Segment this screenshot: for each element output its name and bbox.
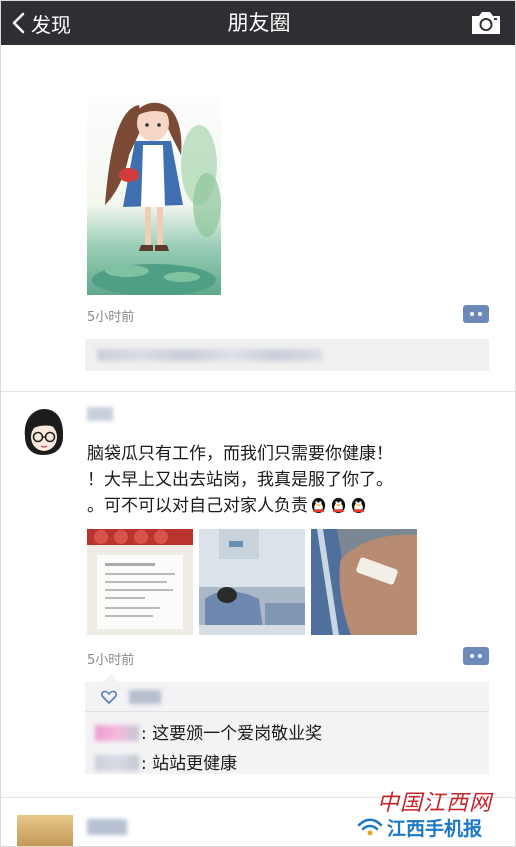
post-time: 5小时前 (87, 310, 135, 325)
nav-bar: 发现 朋友圈 (1, 1, 515, 45)
penguin-emoji-icon (311, 497, 326, 514)
watermark-logo: 中国江西网 (377, 791, 493, 816)
post-text-line: 。可不可以对自己对家人负责 (87, 493, 507, 519)
comment-text: : 站站更健康 (141, 754, 238, 774)
post-photo-document[interactable] (87, 529, 193, 635)
comment-text: : 这要颁一个爱岗敬业奖 (141, 724, 323, 744)
post-text-line: 脑袋瓜只有工作，而我们只需要你健康！ (87, 444, 393, 464)
camera-icon (472, 12, 500, 34)
comment[interactable]: : 这要颁一个爱岗敬业奖 (95, 719, 322, 744)
likes-row (85, 682, 489, 712)
post-photo-arm[interactable] (311, 529, 417, 635)
commenter-name-blurred[interactable] (95, 725, 139, 741)
comment-action-button[interactable] (463, 647, 489, 665)
avatar[interactable] (17, 815, 73, 846)
post-image-illustration[interactable] (87, 95, 221, 295)
chevron-left-icon (12, 12, 25, 34)
heart-icon (101, 690, 117, 704)
author-name-blurred[interactable] (87, 819, 127, 835)
penguin-emoji-icon (331, 497, 346, 514)
blurred-names (97, 349, 322, 361)
bandaged-arm-photo (311, 529, 417, 635)
comment-action-button[interactable] (463, 305, 489, 323)
watermark-brand-text: 江西手机报 (387, 817, 483, 840)
penguin-emoji-icon (351, 497, 366, 514)
back-button[interactable]: 发现 (11, 8, 71, 38)
avatar[interactable] (17, 407, 69, 459)
document-photo (87, 529, 193, 635)
liker-name-blurred[interactable] (129, 690, 161, 704)
post-photo-hospital[interactable] (199, 529, 305, 635)
commenter-name-blurred[interactable] (95, 755, 139, 771)
post-text: 脑袋瓜只有工作，而我们只需要你健康！ ！大早上又出去站岗，我真是服了你了。 。可… (87, 441, 507, 519)
post-divider (1, 391, 515, 392)
hospital-bed-photo (199, 529, 305, 635)
moments-screen: 发现 朋友圈 5小时前 脑袋瓜只有工作，而我们只需要你健康！ ！大早上又出去站岗… (0, 0, 516, 847)
back-label: 发现 (31, 12, 71, 37)
post-text-line: ！大早上又出去站岗，我真是服了你了。 (87, 470, 393, 490)
author-name-blurred[interactable] (87, 407, 113, 421)
watermark-brand: 江西手机报 (357, 815, 483, 840)
post-time: 5小时前 (87, 653, 135, 668)
page-title: 朋友圈 (227, 11, 291, 35)
likes-blurred-bar (85, 339, 489, 371)
wifi-logo-icon (357, 818, 383, 836)
camera-button[interactable] (469, 7, 503, 39)
comment[interactable]: : 站站更健康 (95, 749, 237, 774)
likes-comments-panel: : 这要颁一个爱岗敬业奖 : 站站更健康 (85, 674, 489, 774)
avatar-cartoon (24, 409, 64, 455)
girl-illustration (92, 102, 221, 295)
